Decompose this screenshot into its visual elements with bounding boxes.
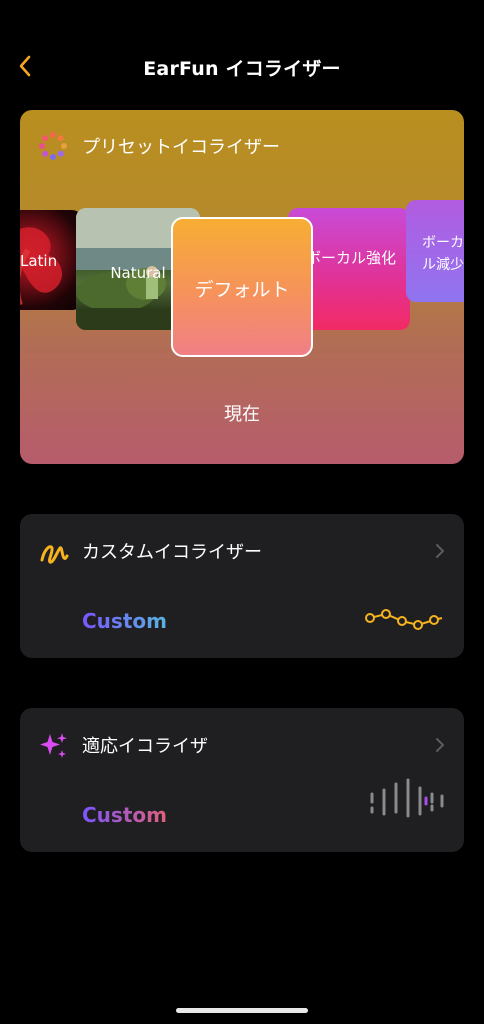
current-preset-label: 現在	[224, 404, 260, 425]
adaptive-equalizer-value: Custom	[82, 803, 167, 827]
custom-equalizer-value: Custom	[82, 609, 167, 633]
preset-tile-latin[interactable]: Latin	[20, 210, 82, 310]
home-indicator[interactable]	[176, 1008, 308, 1013]
preset-carousel[interactable]: Latin Natural ボーカル強化 ボーカル減少 デフォルト	[20, 200, 464, 360]
squiggle-pen-icon	[40, 545, 69, 564]
custom-equalizer-title: カスタムイコライザー	[82, 542, 262, 563]
preset-tile-default-label: デフォルト	[194, 279, 290, 301]
chevron-right-icon	[436, 544, 444, 558]
preset-equalizer-card: プリセットイコライザー Latin Natural ボーカル強化 ボーカル減少 …	[20, 110, 464, 464]
adaptive-equalizer-title: 適応イコライザ	[82, 736, 208, 757]
audio-waveform-icon	[370, 778, 444, 818]
eq-curve-icon	[365, 609, 443, 630]
preset-tile-vocal-less-label: ボーカル減少	[422, 235, 464, 273]
preset-tile-vocal-less[interactable]: ボーカル減少	[406, 200, 464, 302]
preset-card-header: プリセットイコライザー	[38, 130, 280, 162]
preset-dots-icon	[39, 132, 67, 160]
page-title: EarFun イコライザー	[143, 58, 341, 80]
preset-tile-latin-label: Latin	[20, 252, 58, 270]
preset-tile-default[interactable]: デフォルト	[171, 217, 313, 357]
header: EarFun イコライザー	[0, 0, 484, 120]
preset-card-title: プリセットイコライザー	[82, 137, 280, 158]
adaptive-equalizer-card[interactable]: 適応イコライザ Custom	[20, 708, 464, 852]
chevron-right-icon	[436, 738, 444, 752]
custom-equalizer-card[interactable]: カスタムイコライザー Custom	[20, 514, 464, 658]
sparkles-icon	[40, 733, 67, 758]
